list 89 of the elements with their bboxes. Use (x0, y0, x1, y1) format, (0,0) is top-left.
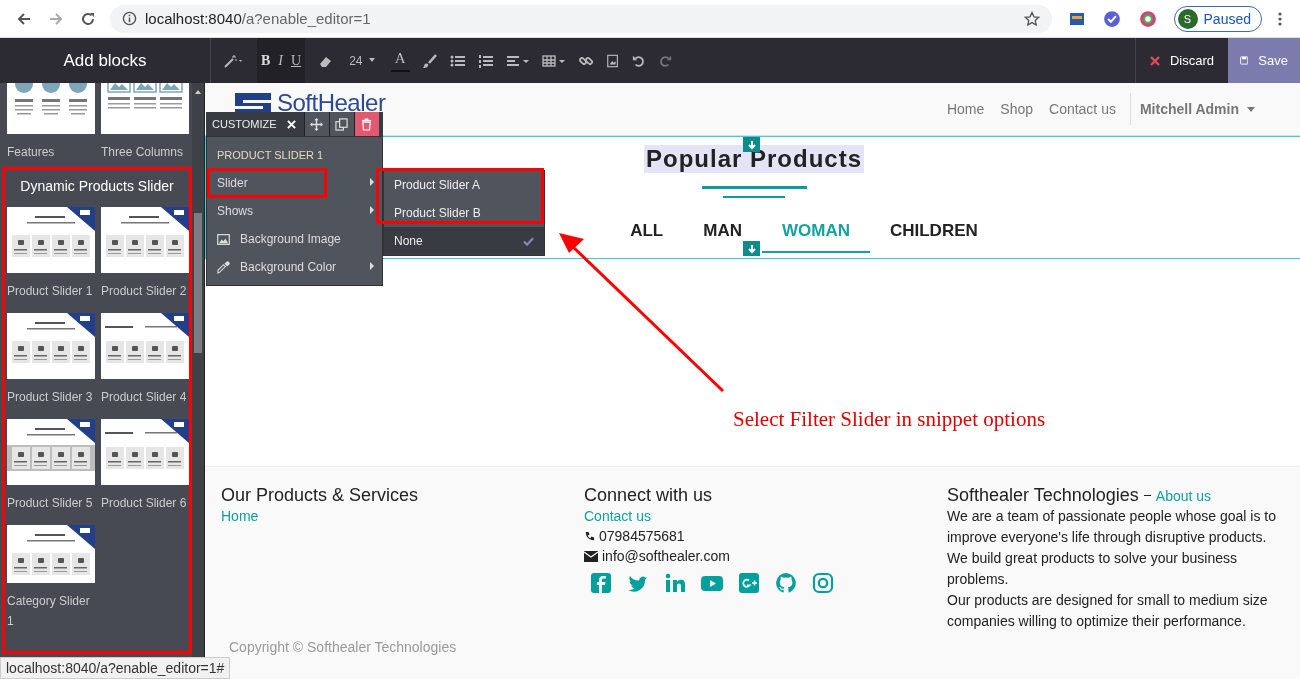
move-handle-icon[interactable] (743, 241, 760, 256)
snippet-thumbnail[interactable] (101, 83, 189, 134)
email-address: info@softhealer.com (602, 548, 730, 564)
footer-heading: Our Products & Services (221, 485, 419, 506)
magic-wand-icon[interactable] (223, 52, 245, 69)
trash-icon (361, 117, 373, 131)
extension-icon[interactable] (1138, 9, 1157, 28)
status-tooltip: localhost:8040/a?enable_editor=1# (0, 657, 231, 679)
snippet-label: Three Columns (101, 144, 185, 161)
option-item[interactable]: Slider (207, 169, 382, 197)
snippet-thumbnail[interactable] (7, 83, 95, 134)
snippet-label: Product Slider 2 (101, 283, 188, 300)
nav-link[interactable]: Contact us (1041, 101, 1124, 117)
menu-icon[interactable] (1278, 10, 1282, 27)
table-icon[interactable] (541, 52, 566, 69)
brush-icon[interactable] (421, 52, 438, 69)
reload-icon[interactable] (80, 10, 96, 27)
category-tab[interactable]: ALL (610, 221, 684, 253)
snippet-thumbnail[interactable] (7, 525, 95, 583)
back-icon[interactable] (16, 10, 32, 27)
github-icon[interactable] (775, 572, 797, 594)
save-button[interactable]: Save (1228, 38, 1300, 83)
copy-icon (335, 117, 349, 131)
facebook-icon[interactable] (590, 572, 612, 594)
font-size-dropdown[interactable]: 24 (345, 53, 379, 68)
snippet-label: Features (7, 144, 56, 161)
submenu-option[interactable]: Product Slider B (384, 199, 544, 227)
numbered-list-icon[interactable] (477, 52, 494, 69)
extension-icon[interactable] (1068, 10, 1085, 27)
close-icon (1149, 55, 1160, 66)
delete-button[interactable] (353, 112, 379, 136)
redo-icon[interactable] (657, 53, 672, 68)
eyedropper-icon (217, 260, 230, 274)
undo-icon[interactable] (631, 53, 646, 68)
nav-link[interactable]: Shop (992, 101, 1041, 117)
envelope-icon (584, 550, 598, 562)
option-item[interactable]: Background Color (207, 253, 382, 281)
phone-icon (584, 530, 595, 542)
category-tab[interactable]: CHILDREN (869, 221, 998, 253)
format-button[interactable]: U (287, 52, 306, 69)
submenu-option[interactable]: Product Slider A (384, 171, 544, 199)
phone-number: 07984575681 (599, 528, 685, 544)
snippet-thumbnail[interactable] (101, 313, 189, 379)
footer-heading: Connect with us (584, 485, 713, 506)
group-title: Dynamic Products Slider (19, 177, 175, 196)
customize-label: CUSTOMIZE (211, 118, 278, 130)
submenu-option[interactable]: None (384, 227, 544, 255)
annotation-text: Select Filter Slider in snippet options (733, 407, 1046, 432)
company-description: We are a team of passionate people whose goal is to improve everyone's life through disruptive products. We build great products to solve your business problems. (947, 507, 1277, 589)
category-tab[interactable]: MAN (683, 221, 762, 253)
save-icon (1240, 54, 1249, 67)
move-icon (310, 117, 324, 131)
snippet-label: Product Slider 1 (7, 283, 94, 300)
snippet-thumbnail[interactable] (101, 419, 189, 485)
address-bar[interactable]: localhost:8040/a?enable_editor=1 (110, 4, 1052, 33)
image-icon[interactable] (605, 52, 620, 69)
checkmark-icon (523, 236, 534, 246)
snippet-label: Product Slider 6 (101, 495, 188, 512)
bookmark-star-icon[interactable] (1023, 10, 1040, 27)
copyright-text: Copyright © Softhealer Technologies (229, 639, 457, 655)
snippet-thumbnail[interactable] (7, 207, 95, 273)
url-text: localhost:8040/a?enable_editor=1 (145, 10, 372, 27)
duplicate-button[interactable] (328, 112, 354, 136)
instagram-icon[interactable] (812, 572, 834, 594)
snippet-label: Product Slider 3 (7, 389, 94, 406)
snippet-name: PRODUCT SLIDER 1 (216, 148, 325, 163)
snippet-label: Product Slider 4 (101, 389, 188, 406)
format-button[interactable]: I (274, 52, 287, 69)
extension-icon[interactable] (1102, 9, 1121, 28)
user-menu[interactable]: Mitchell Admin (1129, 93, 1273, 125)
option-item[interactable]: Shows (207, 197, 382, 225)
linkedin-icon[interactable] (664, 572, 686, 594)
image-icon (217, 233, 230, 245)
option-item[interactable]: Background Image (207, 225, 382, 253)
snippet-thumbnail[interactable] (101, 207, 189, 273)
section-title: Popular Products (644, 145, 864, 173)
format-button[interactable]: B (257, 52, 275, 69)
snippet-thumbnail[interactable] (7, 419, 95, 485)
snippet-label: Product Slider 5 (7, 495, 94, 512)
move-button[interactable] (303, 112, 329, 136)
company-description: Our products are designed for small to medium size companies willing to optimize their performance. (947, 591, 1269, 631)
snippet-thumbnail[interactable] (7, 313, 95, 379)
google-plus-icon[interactable] (738, 572, 760, 594)
text-color-button[interactable]: A (390, 49, 410, 72)
info-icon[interactable] (122, 11, 137, 26)
nav-link[interactable]: Home (938, 101, 993, 117)
close-icon[interactable] (286, 119, 296, 129)
snippet-label: Category Slider 1 (7, 593, 91, 630)
footer-heading: Softhealer Technologies (947, 485, 1139, 506)
